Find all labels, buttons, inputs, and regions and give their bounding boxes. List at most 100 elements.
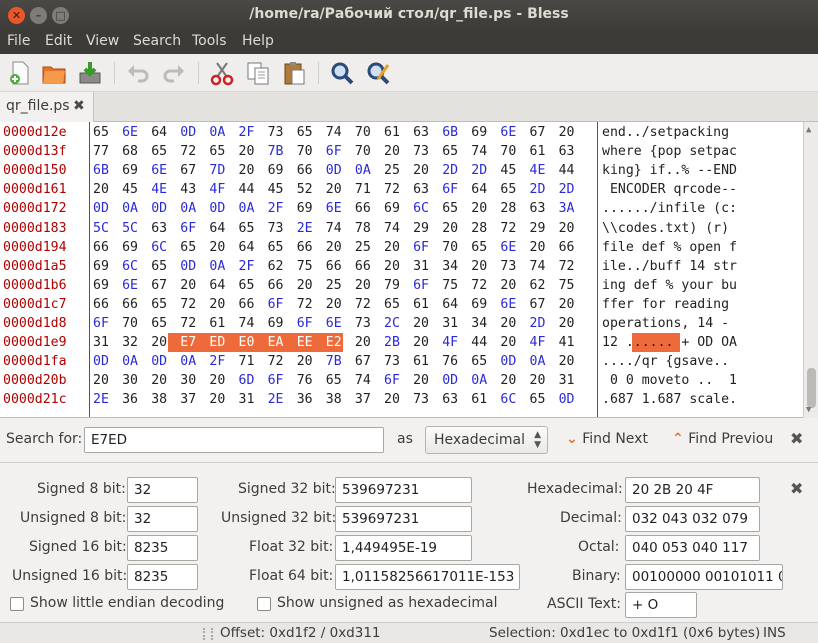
hex-byte[interactable]: 70: [355, 125, 379, 140]
float-64-field[interactable]: 1,01158256617011E-153: [335, 564, 520, 590]
hex-byte[interactable]: 2F: [209, 354, 233, 369]
hex-byte[interactable]: 72: [180, 316, 204, 331]
hex-byte[interactable]: 65: [530, 392, 554, 407]
hex-byte[interactable]: 0A: [209, 125, 233, 140]
hex-byte[interactable]: 65: [500, 182, 524, 197]
hex-byte[interactable]: 25: [355, 240, 379, 255]
hex-row[interactable]: 0000d1e9 31 32 20 E7 ED E0 EA EE E2 20 2B 20 4F 44 20 4F…: [0, 333, 800, 353]
hex-byte[interactable]: 20: [93, 373, 117, 388]
unsigned-32-field[interactable]: 539697231: [335, 506, 472, 532]
hex-byte[interactable]: 0A: [122, 354, 146, 369]
hex-byte[interactable]: 20: [500, 335, 524, 350]
hex-byte[interactable]: 65: [180, 240, 204, 255]
hex-byte[interactable]: 20: [500, 316, 524, 331]
hex-byte[interactable]: 77: [93, 144, 117, 159]
hex-byte[interactable]: 43: [180, 182, 204, 197]
hexadecimal-field[interactable]: 20 2B 20 4F: [625, 477, 760, 503]
hex-byte[interactable]: 7B: [326, 354, 350, 369]
hex-byte[interactable]: 20: [326, 240, 350, 255]
little-endian-checkbox[interactable]: [10, 597, 24, 611]
hex-byte[interactable]: 20: [384, 392, 408, 407]
hex-byte[interactable]: 65: [93, 125, 117, 140]
hex-byte[interactable]: 2E: [268, 392, 292, 407]
hex-byte[interactable]: 65: [268, 240, 292, 255]
hex-byte[interactable]: 65: [151, 297, 175, 312]
hex-byte[interactable]: 20: [180, 278, 204, 293]
hex-byte[interactable]: 29: [530, 221, 554, 236]
hex-byte[interactable]: 69: [268, 316, 292, 331]
hex-byte[interactable]: 30: [180, 373, 204, 388]
hex-byte[interactable]: 66: [239, 297, 263, 312]
hex-byte[interactable]: 4E: [530, 163, 554, 178]
hex-byte[interactable]: 73: [413, 392, 437, 407]
signed-8-field[interactable]: 32: [127, 477, 198, 503]
hex-byte[interactable]: 63: [413, 182, 437, 197]
hex-byte[interactable]: 76: [442, 354, 466, 369]
hex-byte[interactable]: 79: [384, 278, 408, 293]
hex-byte[interactable]: 66: [93, 240, 117, 255]
hex-byte[interactable]: 62: [530, 278, 554, 293]
hex-byte[interactable]: 64: [209, 221, 233, 236]
signed-16-field[interactable]: 8235: [127, 535, 198, 561]
hex-byte[interactable]: 0D: [93, 201, 117, 216]
hex-byte[interactable]: 72: [559, 259, 583, 274]
hex-byte[interactable]: 0A: [209, 259, 233, 274]
hex-byte[interactable]: 6E: [326, 201, 350, 216]
find-previous-button[interactable]: ⌃ Find Previous: [672, 431, 773, 447]
hex-byte[interactable]: 20: [413, 373, 437, 388]
hex-byte[interactable]: 75: [297, 259, 321, 274]
hex-byte[interactable]: 73: [355, 316, 379, 331]
hex-row[interactable]: 0000d1a5 69 6C 65 0D 0A 2F 62 75 66 66 20 31 34 20 73 74…: [0, 257, 800, 276]
hex-byte[interactable]: 2D: [530, 182, 554, 197]
hex-byte[interactable]: 66: [326, 259, 350, 274]
hex-byte[interactable]: 34: [471, 316, 495, 331]
hex-byte[interactable]: 5C: [93, 221, 117, 236]
scrollbar-thumb[interactable]: [807, 368, 816, 408]
hex-byte[interactable]: 0A: [239, 201, 263, 216]
hex-byte[interactable]: 74: [384, 221, 408, 236]
hex-row[interactable]: 0000d1d8 6F 70 65 72 61 74 69 6F 6E 73 2C 20 31 34 20 2D…: [0, 314, 800, 333]
vertical-scrollbar[interactable]: ▲ ▼: [803, 122, 818, 418]
hex-byte[interactable]: 20: [297, 278, 321, 293]
hex-editor[interactable]: 0000d12e 65 6E 64 0D 0A 2F 73 65 74 70 61 63 6B 69 6E 67…: [0, 122, 818, 418]
ascii-text[interactable]: end../setpacking: [602, 125, 737, 140]
hex-byte[interactable]: 20: [500, 278, 524, 293]
hex-byte[interactable]: 6C: [151, 240, 175, 255]
hex-byte[interactable]: 72: [180, 144, 204, 159]
hex-byte[interactable]: 20: [559, 354, 583, 369]
ascii-text[interactable]: file def % open f: [602, 240, 737, 255]
menu-tools[interactable]: Tools: [192, 33, 227, 49]
unsigned-hex-checkbox[interactable]: [257, 597, 271, 611]
hex-byte[interactable]: 62: [268, 259, 292, 274]
hex-byte[interactable]: 65: [151, 144, 175, 159]
hex-byte[interactable]: 61: [209, 316, 233, 331]
hex-byte[interactable]: 20: [297, 354, 321, 369]
hex-byte[interactable]: 69: [471, 125, 495, 140]
hex-byte[interactable]: 6E: [500, 125, 524, 140]
hex-byte[interactable]: E2: [326, 335, 350, 350]
hex-byte[interactable]: 6F: [268, 297, 292, 312]
hex-byte[interactable]: 6F: [326, 144, 350, 159]
hex-byte[interactable]: E0: [239, 335, 263, 350]
hex-byte[interactable]: 6E: [122, 125, 146, 140]
hex-byte[interactable]: 45: [122, 182, 146, 197]
hex-byte[interactable]: 20: [239, 144, 263, 159]
hex-byte[interactable]: 20: [530, 373, 554, 388]
ascii-text[interactable]: \\codes.txt) (r): [602, 221, 737, 236]
hex-byte[interactable]: 63: [559, 144, 583, 159]
hex-byte[interactable]: 65: [297, 125, 321, 140]
hex-byte[interactable]: 36: [297, 392, 321, 407]
hex-byte[interactable]: 0D: [180, 259, 204, 274]
hex-byte[interactable]: 0D: [326, 163, 350, 178]
new-file-icon[interactable]: [6, 59, 34, 87]
hex-byte[interactable]: 20: [355, 335, 379, 350]
hex-byte[interactable]: 20: [413, 163, 437, 178]
hex-byte[interactable]: 41: [559, 335, 583, 350]
hex-byte[interactable]: 65: [239, 221, 263, 236]
ascii-text[interactable]: 0 0 moveto .. 1: [602, 373, 737, 388]
hex-byte[interactable]: 6E: [500, 297, 524, 312]
hex-byte[interactable]: 65: [471, 240, 495, 255]
hex-byte[interactable]: 75: [559, 278, 583, 293]
hex-byte[interactable]: 2D: [442, 163, 466, 178]
signed-32-field[interactable]: 539697231: [335, 477, 472, 503]
